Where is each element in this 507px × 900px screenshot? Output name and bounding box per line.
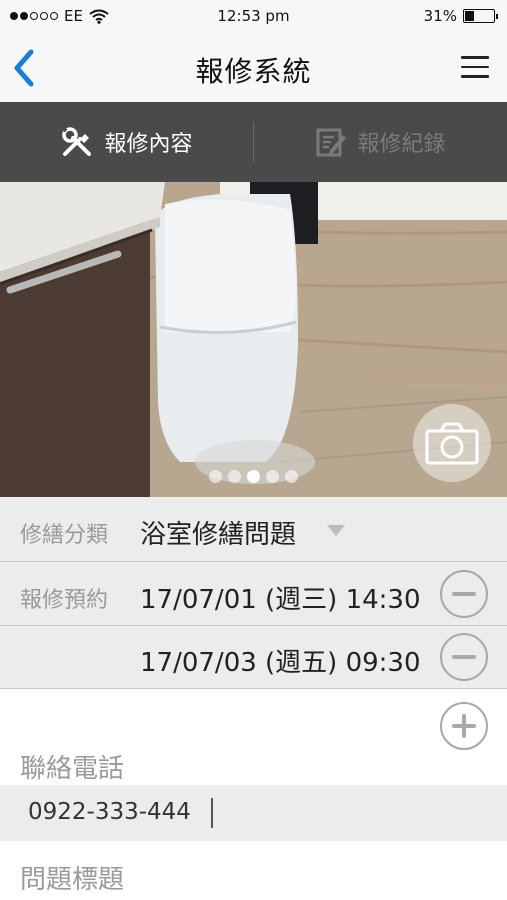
- category-row[interactable]: 修繕分類 浴室修繕問題: [0, 497, 507, 562]
- minus-icon: [452, 655, 476, 659]
- minus-icon: [452, 592, 476, 596]
- edit-note-icon: [316, 128, 347, 157]
- category-value[interactable]: 浴室修繕問題: [140, 514, 296, 551]
- appointment-slot[interactable]: 17/07/03 (週五) 09:30: [140, 642, 421, 679]
- category-label: 修繕分類: [20, 523, 109, 548]
- battery-percent: 31%: [423, 7, 457, 25]
- battery-icon: [463, 9, 498, 23]
- title-label: 問題標題: [20, 865, 125, 895]
- photo-carousel[interactable]: [0, 182, 507, 497]
- hamburger-menu-icon: [461, 56, 489, 78]
- appointment-row-2: 17/07/03 (週五) 09:30: [0, 626, 507, 689]
- phone-value: 0922-333-444: [28, 799, 191, 825]
- tab-repair-content[interactable]: 報修內容: [0, 102, 253, 182]
- appointment-slot[interactable]: 17/07/01 (週三) 14:30: [140, 579, 421, 616]
- appointment-row: 報修預約 17/07/01 (週三) 14:30: [0, 562, 507, 626]
- page-title: 報修系統: [195, 55, 312, 88]
- appointment-label: 報修預約: [20, 588, 109, 613]
- tab-bar: 報修內容 報修紀錄: [0, 102, 507, 182]
- tab-label: 報修內容: [104, 132, 193, 157]
- phone-input[interactable]: 0922-333-444: [0, 785, 507, 841]
- phone-label: 聯絡電話: [20, 754, 125, 784]
- tab-label: 報修紀錄: [357, 132, 446, 157]
- carousel-pager: [0, 470, 507, 483]
- carousel-page-dot[interactable]: [209, 470, 222, 483]
- add-slot-button[interactable]: [440, 702, 488, 750]
- chevron-down-icon[interactable]: [327, 525, 345, 536]
- remove-slot-button[interactable]: [440, 570, 488, 618]
- navigation-bar: 報修系統: [0, 34, 507, 102]
- carousel-page-dot[interactable]: [247, 470, 260, 483]
- carousel-page-dot[interactable]: [266, 470, 279, 483]
- menu-button[interactable]: [461, 56, 489, 82]
- carousel-page-dot[interactable]: [228, 470, 241, 483]
- remove-slot-button[interactable]: [440, 633, 488, 681]
- tab-repair-history[interactable]: 報修紀錄: [254, 102, 507, 182]
- status-right: 31%: [423, 7, 498, 25]
- carousel-page-dot[interactable]: [285, 470, 298, 483]
- status-bar: EE 12:53 pm 31%: [0, 0, 507, 34]
- text-cursor: [211, 798, 213, 828]
- tools-icon: [62, 126, 92, 156]
